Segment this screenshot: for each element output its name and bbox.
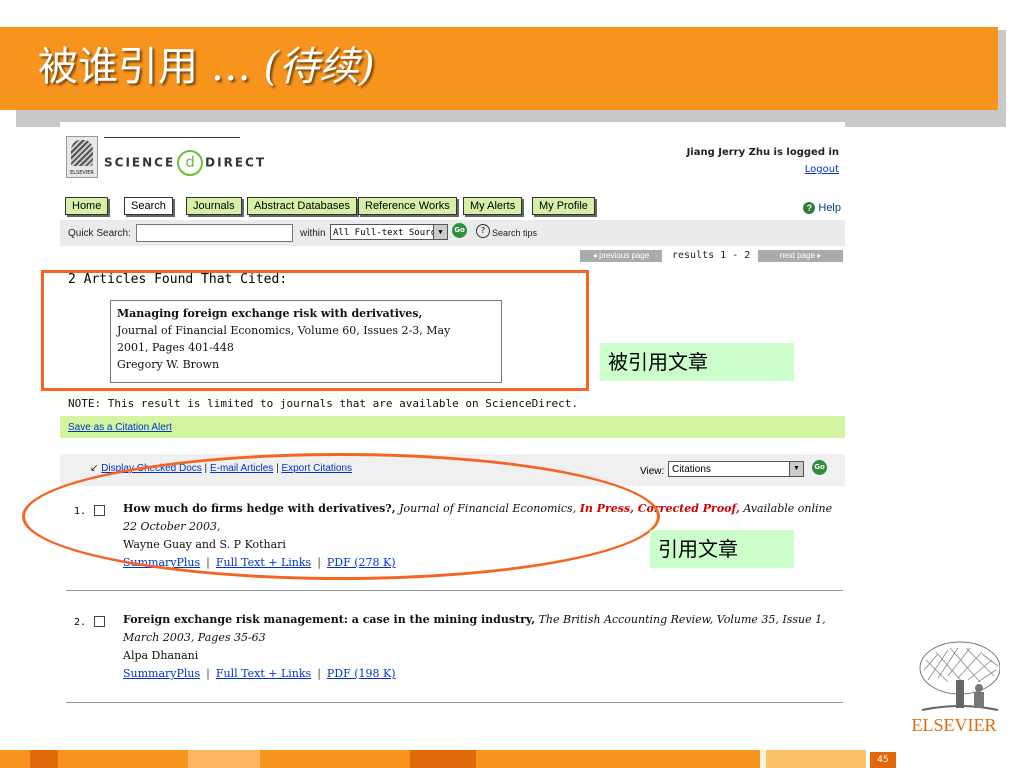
sources-select[interactable]: All Full-text Sources ▼	[330, 224, 448, 240]
logged-in-status: Jiang Jerry Zhu is logged in	[686, 147, 839, 158]
nav-journals-button[interactable]: Journals	[186, 197, 242, 215]
cited-article-label: 被引用文章	[600, 343, 794, 381]
chevron-down-icon: ▼	[433, 225, 447, 239]
elsevier-tree-logo-icon: ELSEVIER	[66, 136, 98, 178]
chevron-down-icon: ▼	[789, 462, 803, 476]
cited-article-highlight	[41, 270, 589, 391]
check-arrow-icon: ↙	[90, 463, 99, 474]
footer-segment	[58, 750, 188, 768]
result-authors: Alpa Dhanani	[123, 649, 199, 662]
pdf-link[interactable]: PDF (198 K)	[327, 667, 396, 680]
save-citation-alert-link[interactable]: Save as a Citation Alert	[68, 422, 172, 433]
help-label: Help	[818, 202, 841, 214]
sciencedirect-screenshot: ELSEVIER SCIENCE d DIRECT Jiang Jerry Zhu …	[60, 122, 845, 704]
slide-title-main: 被谁引用 …	[38, 44, 251, 90]
result-checkbox[interactable]	[94, 616, 105, 627]
elsevier-mini-label: ELSEVIER	[70, 170, 94, 176]
nav-home-button[interactable]: Home	[65, 197, 109, 215]
slide-title-sub: (待续)	[263, 44, 375, 90]
nav-abstract-databases-button[interactable]: Abstract Databases	[247, 197, 357, 215]
elsevier-wordmark: ELSEVIER	[911, 715, 997, 735]
logo-direct-text: DIRECT	[205, 155, 267, 170]
limitation-note: NOTE: This result is limited to journals…	[68, 397, 578, 410]
results-range: results 1 - 2	[672, 250, 751, 261]
footer-segment	[766, 750, 866, 768]
previous-page-button[interactable]: ◂ previous page	[580, 250, 662, 262]
logout-link[interactable]: Logout	[805, 164, 839, 175]
footer-segment	[188, 750, 260, 768]
view-select-value: Citations	[672, 464, 711, 475]
result-title[interactable]: Foreign exchange risk management: a case…	[123, 613, 535, 626]
page-number: 45	[870, 752, 896, 768]
quick-search-label: Quick Search:	[68, 228, 131, 239]
sciencedirect-logo[interactable]: SCIENCE d DIRECT	[104, 150, 266, 176]
slide-title: 被谁引用 … (待续)	[38, 34, 375, 92]
footer-segment	[30, 750, 58, 768]
result-number: 2.	[74, 617, 87, 628]
quick-search-input[interactable]	[136, 224, 293, 242]
nav-search-button[interactable]: Search	[124, 197, 173, 215]
full-text-link[interactable]: Full Text + Links	[216, 667, 311, 680]
next-page-button[interactable]: next page ▸	[758, 250, 843, 262]
within-label: within	[300, 228, 326, 239]
nav-my-alerts-button[interactable]: My Alerts	[463, 197, 523, 215]
result-divider	[66, 590, 843, 591]
footer-segment	[260, 750, 410, 768]
elsevier-logo: ELSEVIER	[904, 640, 1004, 738]
view-go-button[interactable]: Go	[812, 460, 827, 475]
sources-select-value: All Full-text Sources	[333, 228, 447, 238]
question-icon[interactable]: ?	[476, 224, 490, 238]
summaryplus-link[interactable]: SummaryPlus	[123, 667, 200, 680]
view-select[interactable]: Citations ▼	[668, 461, 804, 477]
title-bar-shadow	[998, 30, 1006, 113]
citation-alert-bar	[60, 416, 845, 438]
citing-article-label: 引用文章	[650, 530, 794, 568]
footer-segment	[476, 750, 760, 768]
view-label: View:	[640, 466, 665, 477]
footer-segment	[410, 750, 476, 768]
help-icon: ?	[803, 202, 816, 214]
logo-divider	[104, 137, 240, 138]
search-tips-link[interactable]: Search tips	[492, 228, 537, 238]
citing-article-highlight	[22, 453, 660, 580]
go-button[interactable]: Go	[452, 223, 467, 238]
at-icon: d	[177, 150, 204, 176]
elsevier-tree-icon	[919, 641, 1000, 711]
logo-science-text: SCIENCE	[104, 155, 176, 170]
nav-reference-works-button[interactable]: Reference Works	[358, 197, 457, 215]
result-divider	[66, 702, 843, 703]
help-link[interactable]: ? Help	[803, 202, 841, 214]
footer-segment	[0, 750, 30, 768]
nav-my-profile-button[interactable]: My Profile	[532, 197, 595, 215]
